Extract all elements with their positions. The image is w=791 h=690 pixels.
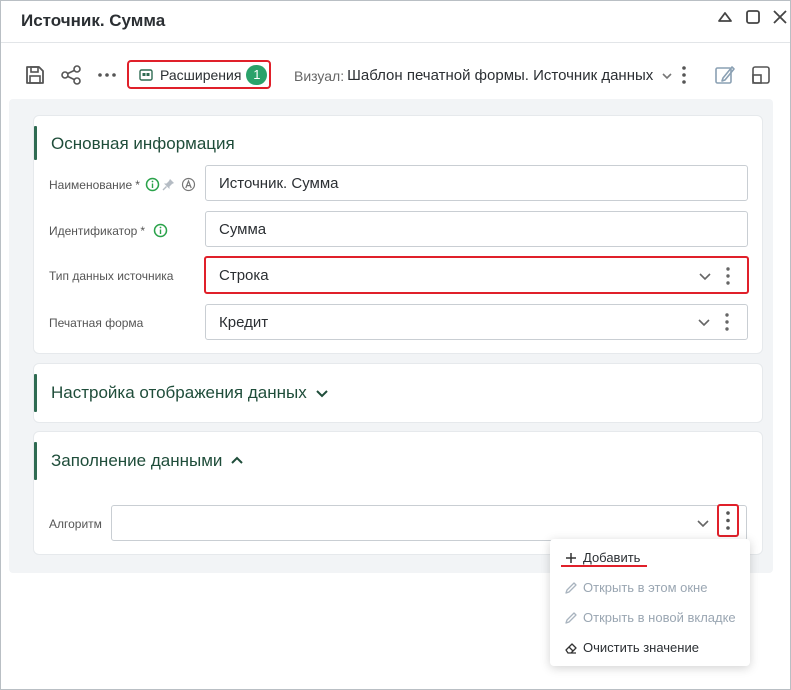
extensions-button[interactable]: Расширения 1 <box>127 60 271 89</box>
data-filling-title-text: Заполнение данными <box>51 451 223 470</box>
menu-item-label: Добавить <box>583 550 641 565</box>
window: Источник. Сумма Расширения 1 Визуал: Шаб… <box>0 0 791 690</box>
info-icon[interactable] <box>145 177 160 192</box>
id-input-value: Сумма <box>219 220 267 238</box>
localization-icon[interactable] <box>181 177 196 192</box>
info-icon[interactable] <box>153 223 168 238</box>
menu-item-clear[interactable]: Очистить значение <box>564 640 699 655</box>
data-filling-title[interactable]: Заполнение данными <box>51 451 244 471</box>
extensions-icon <box>138 67 154 83</box>
more-icon[interactable] <box>95 63 119 87</box>
menu-item-label: Открыть в новой вкладке <box>583 610 736 625</box>
layout-icon[interactable] <box>749 63 773 87</box>
collapse-icon[interactable] <box>715 7 735 27</box>
menu-item-label: Открыть в этом окне <box>583 580 708 595</box>
print-form-more-icon[interactable] <box>724 312 730 332</box>
print-form-select[interactable]: Кредит <box>205 304 748 340</box>
source-type-label: Тип данных источника <box>49 269 174 283</box>
pin-icon[interactable] <box>161 177 176 192</box>
context-menu: Добавить Открыть в этом окне Открыть в н… <box>550 539 750 666</box>
source-type-value: Строка <box>219 266 269 284</box>
name-label: Наименование * <box>49 177 196 192</box>
chevron-down-icon[interactable] <box>698 269 712 283</box>
print-form-value: Кредит <box>219 313 269 331</box>
id-input[interactable]: Сумма <box>205 211 748 247</box>
menu-item-add[interactable]: Добавить <box>564 550 640 565</box>
section-accent <box>34 442 37 480</box>
menu-item-open-new-tab[interactable]: Открыть в новой вкладке <box>564 610 736 625</box>
display-settings-title-text: Настройка отображения данных <box>51 383 307 402</box>
data-filling-section: Заполнение данными Алгоритм <box>33 431 763 555</box>
main-info-title: Основная информация <box>51 134 235 153</box>
extensions-label: Расширения <box>160 66 242 83</box>
eraser-icon <box>564 641 578 655</box>
kebab-icon <box>726 511 730 530</box>
menu-item-open-here[interactable]: Открыть в этом окне <box>564 580 707 595</box>
section-accent <box>34 126 37 160</box>
structure-icon[interactable] <box>59 63 83 87</box>
pencil-icon <box>564 611 578 625</box>
chevron-down-icon[interactable] <box>697 315 711 329</box>
close-icon[interactable] <box>770 7 790 27</box>
chevron-up-icon <box>230 454 244 468</box>
name-label-text: Наименование <box>49 177 133 192</box>
display-settings-title[interactable]: Настройка отображения данных <box>51 383 329 403</box>
source-type-select[interactable]: Строка <box>204 256 749 294</box>
plus-icon <box>564 551 578 565</box>
visual-value: Шаблон печатной формы. Источник данных <box>347 67 654 84</box>
pencil-icon <box>564 581 578 595</box>
toolbar: Расширения 1 Визуал: Шаблон печатной фор… <box>1 49 790 97</box>
chevron-down-icon <box>315 386 329 400</box>
print-form-label: Печатная форма <box>49 316 144 330</box>
main-info-section: Основная информация Наименование * Источ… <box>33 115 763 354</box>
name-input[interactable]: Источник. Сумма <box>205 165 748 201</box>
required-star: * <box>135 177 140 192</box>
edit-icon[interactable] <box>713 63 737 87</box>
save-icon[interactable] <box>23 63 47 87</box>
algorithm-select[interactable] <box>111 505 747 541</box>
source-type-more-icon[interactable] <box>725 266 731 286</box>
required-star: * <box>140 223 146 238</box>
id-label: Идентификатор * <box>49 223 168 238</box>
chevron-down-icon[interactable] <box>696 516 710 530</box>
visual-label: Визуал: <box>294 67 345 84</box>
visual-selector[interactable]: Визуал: Шаблон печатной формы. Источник … <box>294 67 673 84</box>
algorithm-label: Алгоритм <box>49 517 102 531</box>
menu-item-label: Очистить значение <box>583 640 699 655</box>
section-accent <box>34 374 37 412</box>
window-title: Источник. Сумма <box>21 11 166 30</box>
algorithm-more-button[interactable] <box>717 504 739 537</box>
id-label-text: Идентификатор <box>49 223 138 238</box>
title-bar: Источник. Сумма <box>1 1 790 43</box>
name-input-value: Источник. Сумма <box>219 174 339 192</box>
maximize-icon[interactable] <box>743 7 763 27</box>
visual-more-icon[interactable] <box>672 63 686 87</box>
add-highlight-underline <box>561 565 647 567</box>
extensions-count-badge: 1 <box>246 64 268 85</box>
display-settings-section[interactable]: Настройка отображения данных <box>33 363 763 423</box>
